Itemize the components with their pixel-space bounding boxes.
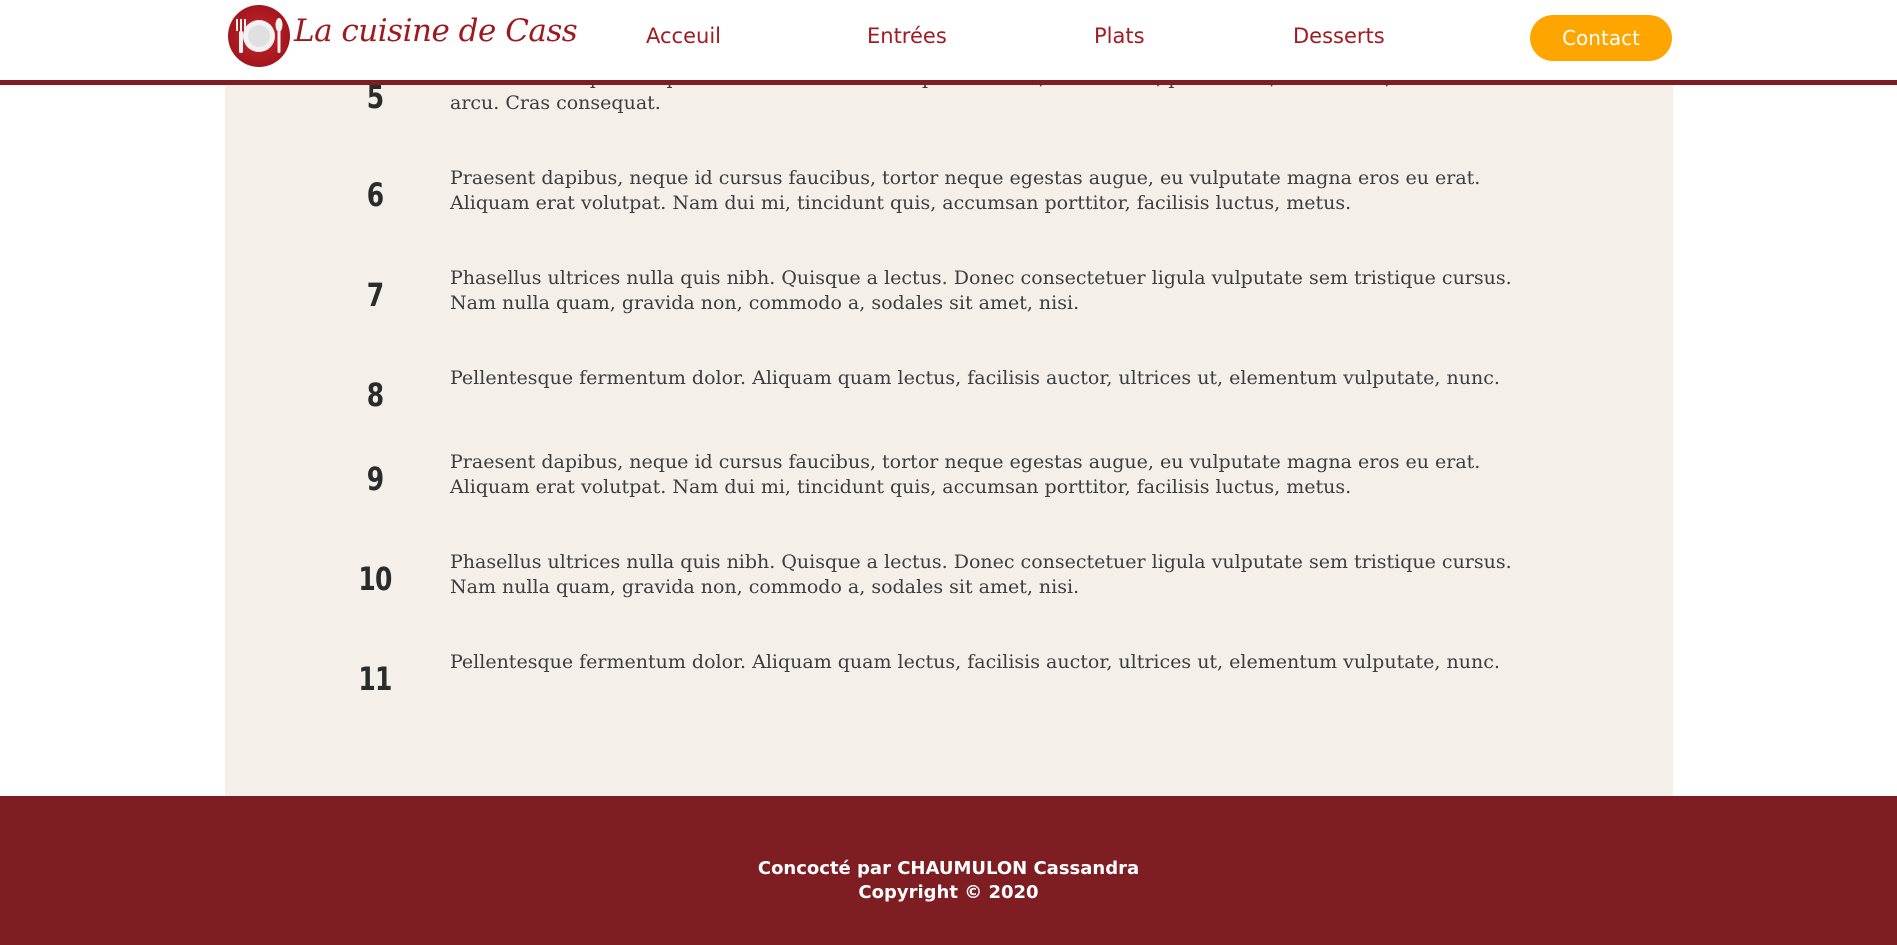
header-divider [0,80,1897,85]
step-text: Praesent dapibus, neque id cursus faucib… [450,167,1481,214]
step-number: 11 [358,660,392,698]
step-text: Praesent dapibus, neque id cursus faucib… [450,451,1481,498]
page: 5 Morbi in sem quis dui placerat ornare.… [0,0,1897,945]
site-header: La cuisine de Cass Acceuil Entrées Plats… [0,0,1897,80]
recipe-steps-panel: 5 Morbi in sem quis dui placerat ornare.… [225,0,1673,796]
step-number: 8 [366,376,384,414]
site-footer: Concocté par CHAUMULON Cassandra Copyrig… [0,796,1897,945]
step-text: Phasellus ultrices nulla quis nibh. Quis… [450,551,1512,598]
step-text: Pellentesque fermentum dolor. Aliquam qu… [450,651,1500,673]
nav-link-acceuil[interactable]: Acceuil [646,24,721,48]
step-number: 9 [366,460,384,498]
nav-link-entrees[interactable]: Entrées [867,24,947,48]
footer-copyright: Copyright © 2020 [858,882,1039,903]
site-logo[interactable]: La cuisine de Cass [228,5,578,67]
step-text: Phasellus ultrices nulla quis nibh. Quis… [450,267,1512,314]
step-number: 10 [358,560,392,598]
footer-credit: Concocté par CHAUMULON Cassandra [757,858,1140,879]
nav-link-plats[interactable]: Plats [1094,24,1145,48]
steps-list: 5 Morbi in sem quis dui placerat ornare.… [225,0,1673,796]
nav-link-desserts[interactable]: Desserts [1293,24,1385,48]
contact-button[interactable]: Contact [1530,15,1672,61]
step-text: Pellentesque fermentum dolor. Aliquam qu… [450,367,1500,389]
plate-cutlery-icon [228,5,290,67]
step-number: 6 [366,176,384,214]
logo-wordmark: La cuisine de Cass [294,13,578,49]
step-number: 7 [366,276,384,314]
